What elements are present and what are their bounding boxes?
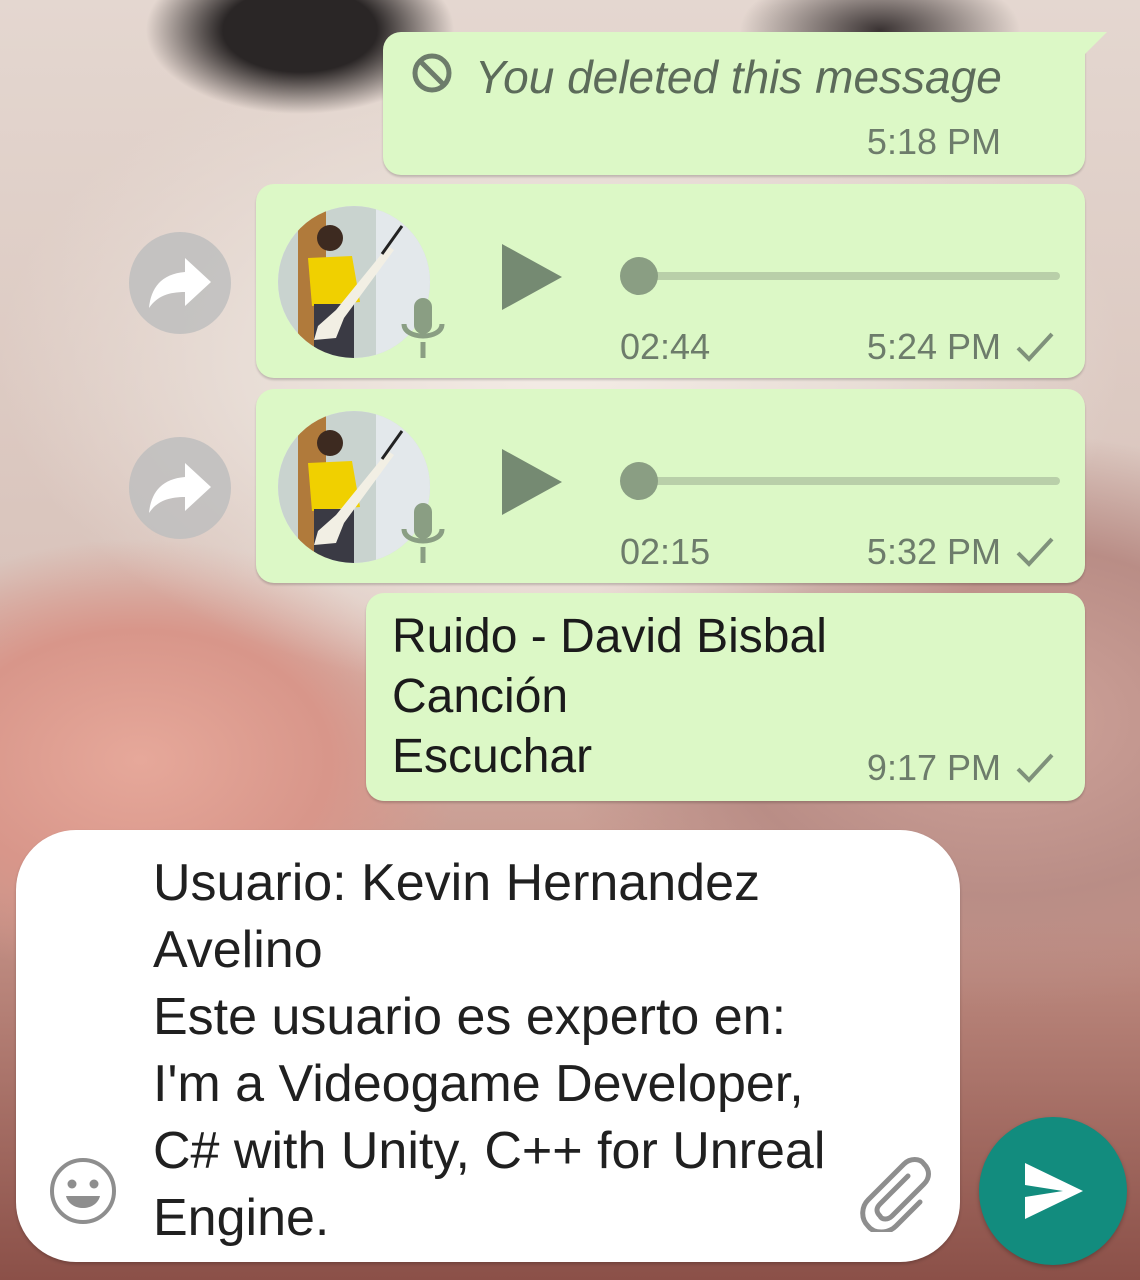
audio-seek-handle[interactable] [620, 257, 658, 295]
microphone-icon [401, 503, 445, 563]
message-composer[interactable]: Usuario: Kevin Hernandez Avelino Este us… [16, 830, 960, 1262]
play-icon[interactable] [500, 447, 564, 517]
audio-progress-track[interactable] [626, 477, 1060, 485]
message-time: 9:17 PM [866, 747, 1001, 788]
voice-duration: 02:44 [620, 326, 711, 367]
message-time: 5:32 PM [866, 531, 1001, 572]
play-icon[interactable] [500, 242, 564, 312]
forward-button[interactable] [129, 437, 231, 539]
send-icon [1025, 1163, 1083, 1219]
send-button[interactable] [979, 1117, 1127, 1265]
text-message-bubble[interactable]: Ruido - David Bisbal Canción Escuchar 9:… [366, 593, 1085, 801]
microphone-icon [401, 298, 445, 358]
message-line: Canción [392, 670, 569, 723]
check-icon [1016, 537, 1054, 567]
audio-seek-handle[interactable] [620, 462, 658, 500]
deleted-message-text: You deleted this message [475, 51, 1002, 103]
check-icon [1016, 753, 1054, 783]
message-text: Ruido - David Bisbal Canción Escuchar [392, 607, 827, 787]
audio-progress-track[interactable] [626, 272, 1060, 280]
voice-duration: 02:15 [620, 531, 711, 572]
message-line: Ruido - David Bisbal [392, 610, 827, 663]
emoji-icon[interactable] [48, 1156, 118, 1226]
voice-note-bubble[interactable]: 02:15 5:32 PM [256, 389, 1085, 583]
message-time: 5:18 PM [866, 121, 1001, 162]
forward-icon [149, 463, 211, 513]
voice-note-bubble[interactable]: 02:44 5:24 PM [256, 184, 1085, 378]
deleted-message-bubble[interactable]: You deleted this message 5:18 PM [383, 32, 1107, 175]
message-input[interactable]: Usuario: Kevin Hernandez Avelino Este us… [153, 850, 843, 1252]
bubble-tail [1081, 32, 1107, 58]
ban-icon [412, 53, 452, 93]
message-line: Escuchar [392, 730, 593, 783]
check-icon [1016, 332, 1054, 362]
attachment-icon[interactable] [856, 1156, 932, 1232]
message-time: 5:24 PM [866, 326, 1001, 367]
forward-button[interactable] [129, 232, 231, 334]
forward-icon [149, 258, 211, 308]
